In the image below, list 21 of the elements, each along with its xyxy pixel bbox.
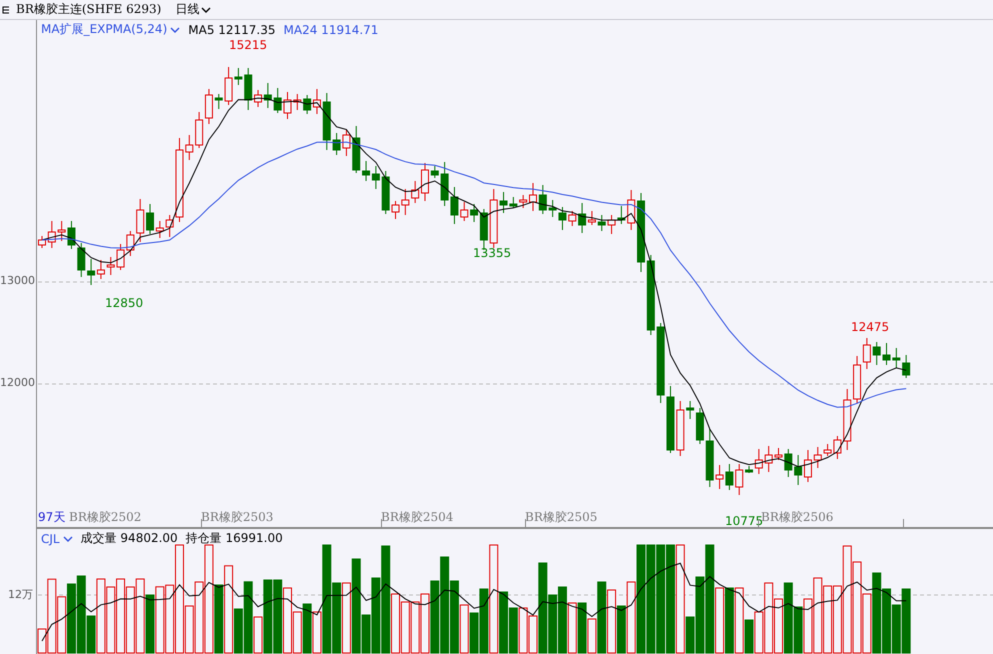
symbol-title: BR橡胶主连(SHFE 6293)	[16, 1, 162, 18]
axis-label: 12000	[0, 376, 33, 389]
indicator-readout: MA24 11914.71	[284, 22, 378, 36]
contract-label: BR橡胶2502	[69, 509, 142, 526]
contract-label: BR橡胶2504	[381, 509, 454, 526]
contract-label: BR橡胶2505	[525, 509, 598, 526]
period-dropdown[interactable]: 日线	[173, 1, 214, 18]
price-label: 10775	[725, 514, 764, 528]
indicator-readout: MA5 12117.35	[188, 22, 276, 36]
price-label: 12475	[851, 320, 890, 334]
indicator-readout: 持仓量 16991.00	[186, 530, 283, 547]
day-count-label: 97天	[38, 509, 66, 526]
contract-label: BR橡胶2503	[201, 509, 274, 526]
price-label: 12850	[105, 296, 144, 310]
price-label: 13355	[473, 246, 512, 260]
price-label: 15215	[229, 38, 268, 52]
indicator-readout: 成交量 94802.00	[80, 530, 178, 547]
axis-label: 13000	[0, 274, 33, 287]
indicator-dropdown[interactable]: MA扩展_EXPMA(5,24)	[41, 21, 180, 38]
contract-label: BR橡胶2506	[761, 509, 834, 524]
indicator-dropdown[interactable]: CJL	[41, 532, 73, 546]
